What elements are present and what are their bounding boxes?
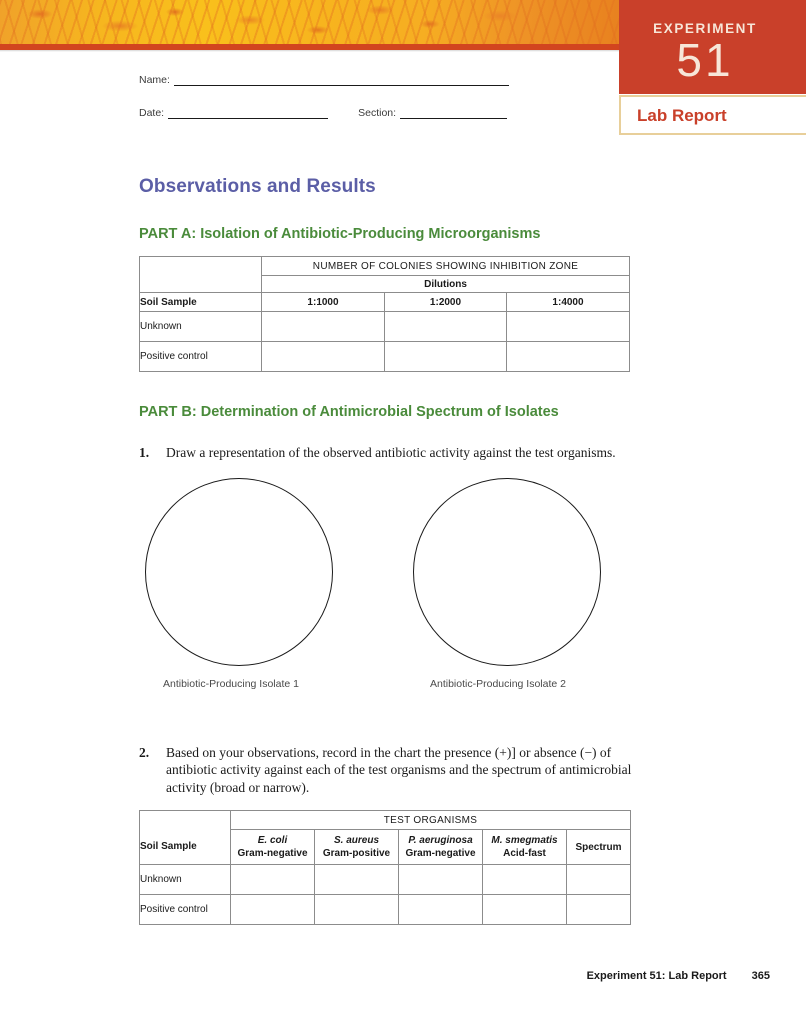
table-row: Positive control [139,341,630,372]
page-footer: Experiment 51: Lab Report 365 [0,970,806,982]
plate-drawing-area: Antibiotic-Producing Isolate 1 Antibioti… [139,476,639,708]
table-header-row: Soil Sample 1:1000 1:2000 1:4000 [139,292,630,312]
name-row: Name: [139,74,509,86]
table-row: NUMBER OF COLONIES SHOWING INHIBITION ZO… [139,256,630,276]
name-input[interactable] [173,75,509,86]
organism-gram: Gram-negative [405,848,476,859]
organism-name: M. smegmatis [491,835,558,846]
table-row: Positive control [139,894,631,925]
organism-gram: Gram-positive [322,848,391,859]
footer-page-number: 365 [751,970,770,982]
experiment-number: 51 [676,34,734,86]
cell-unknown-3[interactable] [506,311,630,342]
identity-block: Name: Date: Section: [139,74,509,140]
cell-unknown-e-coli[interactable] [230,864,315,895]
row-label-positive-control: Positive control [139,894,231,925]
column-header-e-coli: E. coli Gram-negative [230,829,315,865]
cell-positive-s-aureus[interactable] [314,894,399,925]
plate-caption-isolate-2: Antibiotic-Producing Isolate 2 [430,677,566,690]
corner-cell [139,810,231,830]
part-a-row-header: Soil Sample [139,292,262,312]
cell-positive-e-coli[interactable] [230,894,315,925]
organism-name: P. aeruginosa [408,835,473,846]
row-label-unknown: Unknown [139,864,231,895]
item-2-number: 2. [139,744,150,760]
cell-positive-m-smegmatis[interactable] [482,894,567,925]
table-row: Dilutions [139,275,630,293]
lab-report-box: Lab Report [619,95,806,135]
banner-shadow-line [0,50,621,52]
cell-positive-p-aeruginosa[interactable] [398,894,483,925]
cell-positive-2[interactable] [384,341,507,372]
column-header-s-aureus: S. aureus Gram-positive [314,829,399,865]
cell-unknown-2[interactable] [384,311,507,342]
date-section-row: Date: Section: [139,107,509,119]
cell-unknown-1[interactable] [261,311,385,342]
corner-cell-lower [139,275,262,293]
page-title: Observations and Results [139,176,376,197]
lab-report-label: Lab Report [637,106,727,125]
organism-name: E. coli [257,835,288,846]
column-header-spectrum: Spectrum [566,829,631,865]
part-a-subcaption: Dilutions [261,275,630,293]
bacterial-culture-photo [0,0,621,44]
cell-unknown-m-smegmatis[interactable] [482,864,567,895]
table-row: Unknown [139,864,631,895]
footer-text: Experiment 51: Lab Report [586,970,727,982]
part-a-table: NUMBER OF COLONIES SHOWING INHIBITION ZO… [139,256,630,372]
part-b-heading: PART B: Determination of Antimicrobial S… [139,404,559,420]
experiment-block: EXPERIMENT 51 [619,0,806,94]
corner-cell [139,256,262,276]
column-header-dilution-1: 1:1000 [261,292,385,312]
column-header-dilution-2: 1:2000 [384,292,507,312]
organism-gram: Acid-fast [503,848,546,859]
date-label: Date: [139,107,165,119]
item-2-text: Based on your observations, record in th… [166,744,632,795]
row-label-unknown: Unknown [139,311,262,342]
cell-unknown-spectrum[interactable] [566,864,631,895]
part-b-caption: TEST ORGANISMS [230,810,631,830]
table-row: TEST ORGANISMS [139,810,631,830]
cell-positive-spectrum[interactable] [566,894,631,925]
part-a-heading: PART A: Isolation of Antibiotic-Producin… [139,226,541,242]
plate-caption-isolate-1: Antibiotic-Producing Isolate 1 [163,677,299,690]
main-content: Observations and Results PART A: Isolati… [139,176,639,925]
section-label: Section: [358,107,397,119]
part-a-caption: NUMBER OF COLONIES SHOWING INHIBITION ZO… [261,256,630,276]
table-row: Unknown [139,311,630,342]
organism-name: S. aureus [333,835,380,846]
part-b-row-header: Soil Sample [139,829,231,865]
column-header-m-smegmatis: M. smegmatis Acid-fast [482,829,567,865]
organism-gram: Gram-negative [237,848,308,859]
column-header-dilution-3: 1:4000 [506,292,630,312]
part-b-item-1: 1. Draw a representation of the observed… [139,444,639,462]
part-b-item-2: 2. Based on your observations, record in… [139,744,639,797]
cell-unknown-s-aureus[interactable] [314,864,399,895]
plate-circle-isolate-1[interactable] [145,477,333,666]
column-header-p-aeruginosa: P. aeruginosa Gram-negative [398,829,483,865]
section-input[interactable] [400,108,508,119]
cell-unknown-p-aeruginosa[interactable] [398,864,483,895]
row-label-positive-control: Positive control [139,341,262,372]
cell-positive-1[interactable] [261,341,385,372]
name-label: Name: [139,74,170,86]
table-header-row: Soil Sample E. coli Gram-negative S. aur… [139,829,631,865]
date-input[interactable] [168,108,329,119]
cell-positive-3[interactable] [506,341,630,372]
item-1-text: Draw a representation of the observed an… [166,445,616,460]
plate-circle-isolate-2[interactable] [413,477,601,666]
item-1-number: 1. [139,445,150,460]
part-b-table: TEST ORGANISMS Soil Sample E. coli Gram-… [139,810,631,925]
